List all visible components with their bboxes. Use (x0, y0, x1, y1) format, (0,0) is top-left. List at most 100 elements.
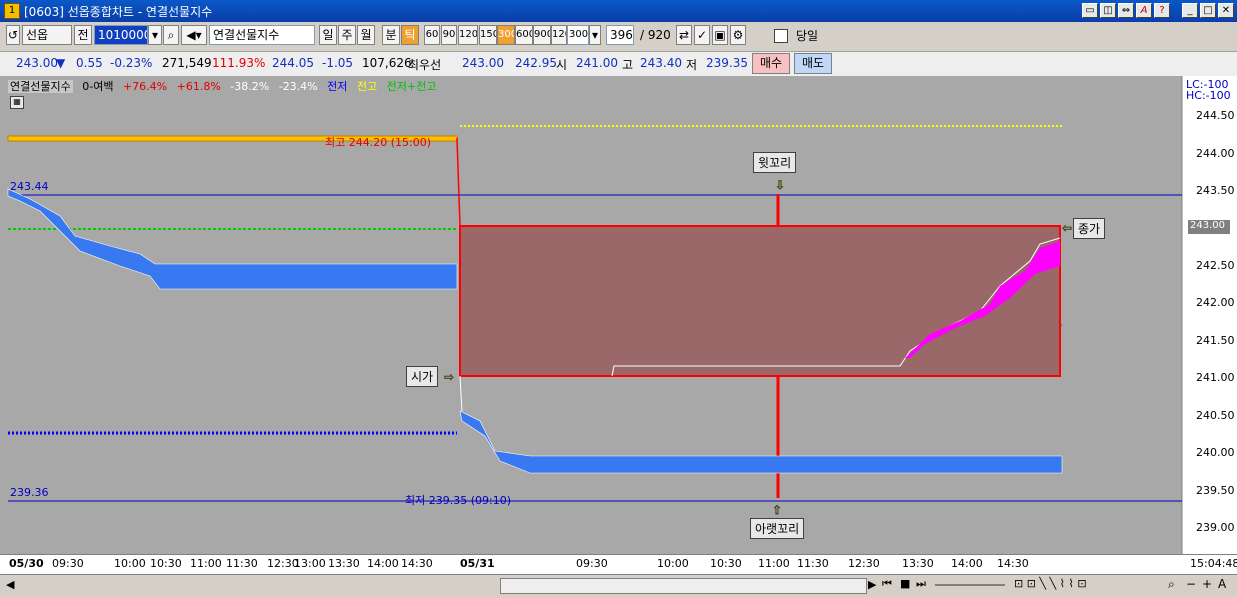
zoom-icon[interactable]: ⌕ (1168, 577, 1175, 592)
scroll-thumb[interactable] (500, 578, 867, 594)
grid-icon[interactable]: ▦ (10, 96, 24, 109)
y-tick-9: 240.00 (1196, 446, 1235, 459)
zoom-out-icon[interactable]: − (1186, 577, 1196, 591)
legend-prev-high[interactable]: 전고 (357, 80, 377, 93)
link-icon[interactable]: ⇔ (1118, 3, 1134, 18)
legend-prev-low[interactable]: 전저 (327, 80, 347, 93)
time-label: 11:30 (226, 557, 258, 570)
time-label: 13:30 (328, 557, 360, 570)
time-label: 11:30 (797, 557, 829, 570)
scroll-left-icon[interactable]: ◀ (6, 578, 14, 591)
period-tick-button[interactable]: 틱 (401, 25, 419, 45)
svg-text:⇧: ⇧ (772, 503, 782, 517)
period-week-button[interactable]: 주 (338, 25, 356, 45)
quote-bar: 243.00 ▼ 0.55 -0.23% 271,549 111.93% 244… (0, 51, 1237, 77)
chart-canvas: ⇩ ⇧ ⇨ ⇦ (0, 76, 1237, 556)
interval-select[interactable]: 300 (567, 25, 589, 45)
today-checkbox[interactable] (774, 29, 788, 43)
svg-text:⇦: ⇦ (1062, 221, 1072, 235)
time-axis: 05/30 09:30 10:00 10:30 11:00 11:30 12:3… (0, 554, 1237, 575)
help-icon[interactable]: ? (1154, 3, 1170, 18)
buy-button[interactable]: 매수 (752, 53, 790, 74)
open-label: 시 (556, 58, 568, 72)
open-value: 241.00 (576, 56, 618, 70)
bid-change: -1.05 (322, 56, 354, 70)
y-tick-6: 241.50 (1196, 334, 1235, 347)
zoom-in-icon[interactable]: + (1202, 577, 1212, 591)
low-marker: 최저 239.35 (09:10) (405, 494, 512, 507)
search-icon[interactable]: ⌕ (163, 25, 179, 45)
count-input[interactable]: 396 (606, 25, 634, 45)
name-input[interactable]: 연결선물지수 (209, 25, 315, 45)
open-callout: 시가 (406, 366, 439, 387)
layout-icon[interactable]: ▭ (1082, 3, 1098, 18)
close-icon[interactable]: ✕ (1218, 3, 1234, 18)
interval-90-button[interactable]: 90 (441, 25, 457, 45)
legend-fib-382[interactable]: -38.2% (230, 80, 269, 93)
interval-900-button[interactable]: 900 (533, 25, 551, 45)
legend-fib-618[interactable]: +61.8% (177, 80, 221, 93)
chart-check-icon[interactable]: ✓ (694, 25, 710, 45)
prev-button[interactable]: 전 (74, 25, 92, 45)
time-label: 10:00 (657, 557, 689, 570)
y-tick-4: 242.50 (1196, 259, 1235, 272)
time-label: 10:30 (150, 557, 182, 570)
y-tick-1: 244.00 (1196, 147, 1235, 160)
interval-600-button[interactable]: 600 (515, 25, 533, 45)
interval-150-button[interactable]: 150 (479, 25, 497, 45)
interval-1200-button[interactable]: 1200 (551, 25, 567, 45)
dropdown-arrow-icon[interactable]: ▾ (148, 25, 162, 45)
legend-prev-low-high[interactable]: 전저+전고 (387, 80, 437, 93)
y-tick-5: 242.00 (1196, 296, 1235, 309)
time-label: 14:00 (951, 557, 983, 570)
sell-button[interactable]: 매도 (794, 53, 832, 74)
down-arrow-icon: ▼ (56, 56, 66, 70)
minimize-icon[interactable]: _ (1182, 3, 1198, 18)
interval-120-button[interactable]: 120 (458, 25, 478, 45)
price-change: 0.55 (76, 56, 103, 70)
y-tick-2: 243.50 (1196, 184, 1235, 197)
arrows-icon[interactable]: ⇄ (676, 25, 692, 45)
legend-fib-234[interactable]: -23.4% (279, 80, 318, 93)
stop-icon[interactable]: ■ (900, 577, 910, 590)
svg-text:⇩: ⇩ (775, 178, 785, 192)
level-label-239-36: 239.36 (10, 486, 49, 499)
first-icon[interactable]: ⏮ (882, 577, 892, 591)
current-change-tag: -0.14% (1192, 233, 1228, 244)
title-bar: 1 [0603] 선옵종합차트 - 연결선물지수 ▭ ◫ ⇔ A ? _ □ ✕ (0, 0, 1237, 22)
speaker-icon[interactable]: ◀▾ (181, 25, 207, 45)
next-icon[interactable]: ⏭ (916, 577, 926, 591)
save-icon[interactable]: ▣ (712, 25, 728, 45)
y-tick-8: 240.50 (1196, 409, 1235, 422)
current-price-tag: 243.00 (1190, 220, 1225, 231)
chart-area[interactable]: ⇩ ⇧ ⇨ ⇦ LC:-100 HC:-100 244.50 244.00 24… (0, 76, 1237, 556)
zoom-slider[interactable] (935, 584, 1005, 586)
font-size-icon[interactable]: A (1218, 577, 1226, 591)
low-value: 239.35 (706, 56, 748, 70)
window-icon[interactable]: ◫ (1100, 3, 1116, 18)
settings-icon[interactable]: ⚙ (730, 25, 746, 45)
legend-fib-764[interactable]: +76.4% (123, 80, 167, 93)
code-input[interactable]: 10100000 (94, 25, 148, 45)
period-day-button[interactable]: 일 (319, 25, 337, 45)
time-label: 13:00 (294, 557, 326, 570)
legend-series[interactable]: 연결선물지수 (8, 80, 73, 93)
time-label: 14:30 (997, 557, 1029, 570)
legend-margin[interactable]: 0-여백 (82, 80, 113, 93)
time-label: 13:30 (902, 557, 934, 570)
chevron-down-icon[interactable]: ▾ (589, 25, 601, 45)
volume-pct: 111.93% (212, 56, 266, 70)
chart-scrollbar[interactable]: ◀ ▶ ⏮ ■ ⏭ ⊡ ⊡ ╲ ╲ ⌇ ⌇ ⊡ ⌕ − + A (0, 574, 1237, 597)
maximize-icon[interactable]: □ (1200, 3, 1216, 18)
font-icon[interactable]: A (1136, 3, 1152, 18)
period-month-button[interactable]: 월 (357, 25, 375, 45)
pin-icon[interactable]: ↺ (6, 25, 20, 45)
close-callout: 종가 (1073, 218, 1106, 239)
upper-wick-callout: 윗꼬리 (753, 152, 797, 173)
drawing-tools-icon[interactable]: ⊡ ⊡ ╲ ╲ ⌇ ⌇ ⊡ (1014, 577, 1087, 590)
interval-300-button[interactable]: 300 (497, 25, 515, 45)
type-select[interactable]: 선옵 (22, 25, 72, 45)
interval-60-button[interactable]: 60 (424, 25, 440, 45)
period-minute-button[interactable]: 분 (382, 25, 400, 45)
scroll-right-icon[interactable]: ▶ (868, 578, 876, 591)
